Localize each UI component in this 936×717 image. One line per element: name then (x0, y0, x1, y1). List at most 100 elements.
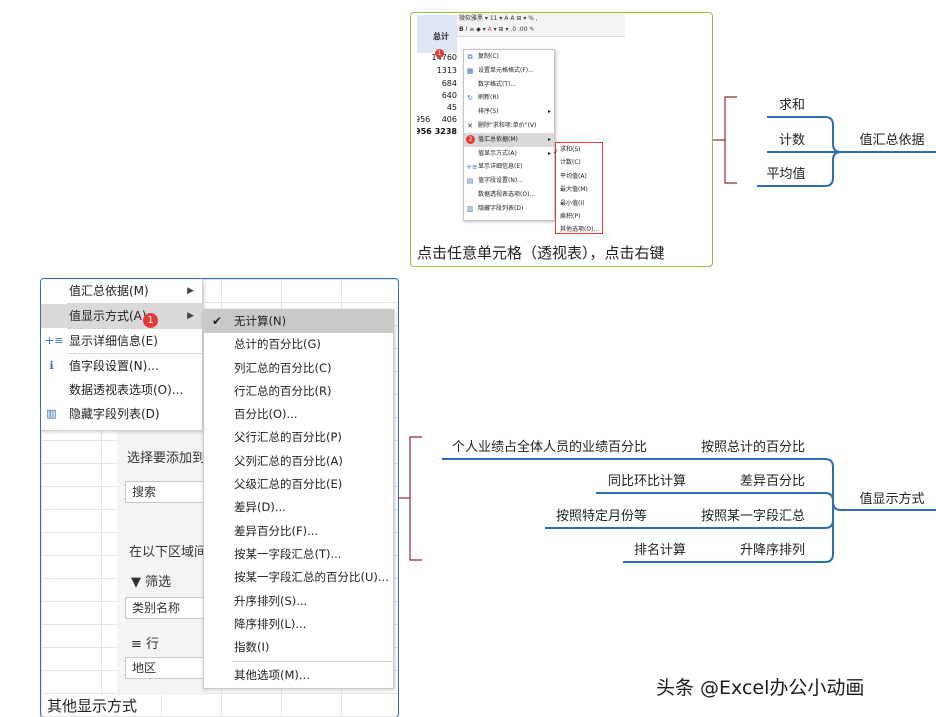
submenu-item[interactable]: 按某一字段汇总(T)... (204, 543, 393, 566)
submenu-item-count[interactable]: 计数(C) (556, 156, 602, 169)
mindmap-node-right: 差异百分比 (740, 474, 806, 489)
menu-item-summarize-by[interactable]: 值汇总依据(M) ▶ (41, 279, 202, 303)
submenu-item-label: 无计算(N) (234, 314, 287, 328)
mindmap-node-right: 升降序排列 (740, 543, 806, 558)
submenu-item[interactable]: 列汇总的百分比(C) (204, 357, 393, 380)
filter-area-label: ▼ 筛选 (131, 571, 171, 590)
detail-icon: +≡ (466, 163, 478, 172)
submenu-item-sum[interactable]: 求和(S) (556, 143, 602, 156)
field-list-icon: ▥ (46, 407, 57, 420)
submenu-item-max[interactable]: 最大值(M) (556, 183, 602, 196)
detail-icon: +≡ (45, 334, 64, 347)
summarize-submenu: 求和(S) 计数(C) 平均值(A) 最大值(M) 最小值(I) 乘积(P) 其… (555, 142, 603, 234)
menu-item-label: 数据透视表选项(O)... (478, 190, 536, 198)
check-icon: ✔ (212, 314, 223, 328)
submenu-item[interactable]: ✔ 无计算(N) (204, 310, 393, 334)
cell-value: 1313 (436, 66, 457, 75)
submenu-item[interactable]: 百分比(O)... (204, 403, 393, 426)
menu-item-refresh[interactable]: ↻ 刷新(R) (464, 91, 554, 105)
show-values-as-submenu: ✔ 无计算(N) 总计的百分比(G) 列汇总的百分比(C) 行汇总的百分比(R) … (203, 309, 394, 689)
submenu-item[interactable]: 指数(I) (204, 636, 393, 659)
font-name-box[interactable]: 微软雅黑 (459, 15, 483, 22)
submenu-item[interactable]: 父行汇总的百分比(P) (204, 426, 393, 449)
total-header: 总计 (433, 32, 449, 41)
bottom-card-caption: 其他显示方式 (47, 695, 138, 716)
submenu-item[interactable]: 行汇总的百分比(R) (204, 380, 393, 403)
info-icon: ℹ (49, 359, 54, 372)
menu-item-label: 值字段设置(N)... (69, 359, 159, 373)
chevron-right-icon: ▸ (547, 149, 551, 157)
mindmap-node-left: 个人业绩占全体人员的业绩百分比 (452, 440, 648, 455)
submenu-item[interactable]: 按某一字段汇总的百分比(U)... (204, 566, 393, 589)
chevron-right-icon: ▶ (187, 286, 194, 296)
menu-item-field-settings[interactable]: ℹ 值字段设置(N)... (41, 354, 202, 378)
menu-item-hide-field-list[interactable]: ▥ 隐藏字段列表(D) (41, 402, 202, 426)
submenu-item[interactable]: 差异(D)... (204, 496, 393, 519)
filter-field-item[interactable]: 类别名称 (125, 597, 205, 619)
cell-value: 684 (441, 79, 457, 88)
submenu-item[interactable]: 父列汇总的百分比(A) (204, 450, 393, 473)
menu-item-label: 值显示方式(A) (478, 149, 517, 157)
step-badge: 2 (466, 135, 475, 145)
menu-item-label: 隐藏字段列表(D) (478, 204, 524, 212)
mindmap-node-left: 同比环比计算 (608, 474, 687, 489)
menu-item-format-cells[interactable]: ▦ 设置单元格格式(F)... (464, 64, 554, 78)
context-menu: 值汇总依据(M) ▶ 值显示方式(A) ▶ +≡ 显示详细信息(E) ℹ 值字段设置(N… (41, 279, 203, 431)
mindmap-node-left: 排名计算 (634, 543, 687, 558)
menu-item-show-values-as[interactable]: 值显示方式(A) ▶ (41, 304, 202, 328)
submenu-item-average[interactable]: 平均值(A) (556, 170, 602, 183)
check-icon: ✓ (553, 148, 559, 156)
menu-item-show-details[interactable]: +≡ 显示详细信息(E) (41, 329, 202, 353)
submenu-item-product[interactable]: 乘积(P) (556, 210, 602, 223)
menu-item-summarize-by[interactable]: 2 值汇总依据(M) ▸ (464, 132, 554, 147)
bracket-line (409, 436, 422, 561)
submenu-item[interactable]: 降序排列(L)... (204, 613, 393, 636)
row-field-item[interactable]: 地区 (125, 657, 205, 679)
branch-line (596, 492, 834, 510)
mindmap-node-right: 按照总计的百分比 (701, 440, 806, 455)
cell-value: 956 (417, 127, 432, 136)
menu-item-show-values-as[interactable]: 值显示方式(A) ▸ (464, 147, 554, 161)
mindmap-node-average: 平均值 (766, 167, 806, 182)
submenu-item-more-options[interactable]: 其他选项(O)... (556, 223, 602, 236)
submenu-item-min[interactable]: 最小值(I) (556, 197, 602, 210)
menu-item-label: 排序(S) (478, 108, 499, 116)
bottom-screenshot-card: 选择要添加到报 搜索 在以下区域间拖 ▼ 筛选 类别名称 ≡ 行 地区 值汇总依… (40, 278, 399, 717)
row-label-text: 行 (146, 637, 160, 652)
menu-item-label: 值显示方式(A) (69, 309, 147, 323)
menu-item-number-format[interactable]: 数字格式(T)... (464, 78, 554, 92)
submenu-item[interactable]: 总计的百分比(G) (204, 333, 393, 356)
context-menu: ⧉ 复制(C) ▦ 设置单元格格式(F)... 数字格式(T)... ↻ 刷新(R) … (463, 49, 555, 221)
submenu-item[interactable]: 差异百分比(F)... (204, 520, 393, 543)
cell-value: 45 (446, 103, 457, 112)
cell-value: 956 (417, 115, 431, 124)
menu-item-hide-field-list[interactable]: ▥ 隐藏字段列表(D) (464, 202, 554, 216)
menu-item-label: 设置单元格格式(F)... (478, 66, 534, 74)
menu-item-copy[interactable]: ⧉ 复制(C) (464, 50, 554, 64)
font-size-box[interactable]: 11 (490, 15, 498, 22)
bracket-line (724, 96, 737, 184)
menu-item-pivot-options[interactable]: 数据透视表选项(O)... (41, 378, 202, 402)
pivot-field-list-panel: 选择要添加到报 搜索 在以下区域间拖 ▼ 筛选 类别名称 ≡ 行 地区 (117, 425, 220, 695)
watermark: 头条 @Excel办公小动画 (656, 677, 865, 699)
menu-item-label: 显示详细信息(E) (478, 163, 523, 171)
menu-item-label: 数字格式(T)... (478, 80, 517, 88)
field-search-input[interactable]: 搜索 (125, 481, 205, 503)
step-badge: 1 (143, 313, 158, 328)
menu-item-label: 删除"求和项:单价"(V) (478, 121, 537, 129)
row-area-label: ≡ 行 (131, 633, 159, 652)
cell-value: 640 (441, 91, 457, 100)
menu-item-show-details[interactable]: +≡ 显示详细信息(E) (464, 160, 554, 174)
chevron-right-icon: ▸ (547, 135, 551, 143)
menu-item-sort[interactable]: 排序(S) ▸ (464, 105, 554, 119)
submenu-item[interactable]: 升序排列(S)... (204, 590, 393, 613)
submenu-item[interactable]: 其他选项(M)... (204, 664, 393, 687)
menu-item-label: 值汇总依据(M) (69, 284, 149, 298)
submenu-item[interactable]: 父级汇总的百分比(E) (204, 473, 393, 496)
menu-item-label: 数据透视表选项(O)... (69, 383, 184, 397)
mindmap-node-count: 计数 (778, 133, 806, 148)
menu-item-pivot-options[interactable]: 数据透视表选项(O)... (464, 188, 554, 202)
menu-item-field-settings[interactable]: ▤ 值字段设置(N)... (464, 174, 554, 188)
menu-item-delete[interactable]: ✕ 删除"求和项:单价"(V) (464, 119, 554, 133)
filter-icon: ▼ (131, 575, 141, 590)
